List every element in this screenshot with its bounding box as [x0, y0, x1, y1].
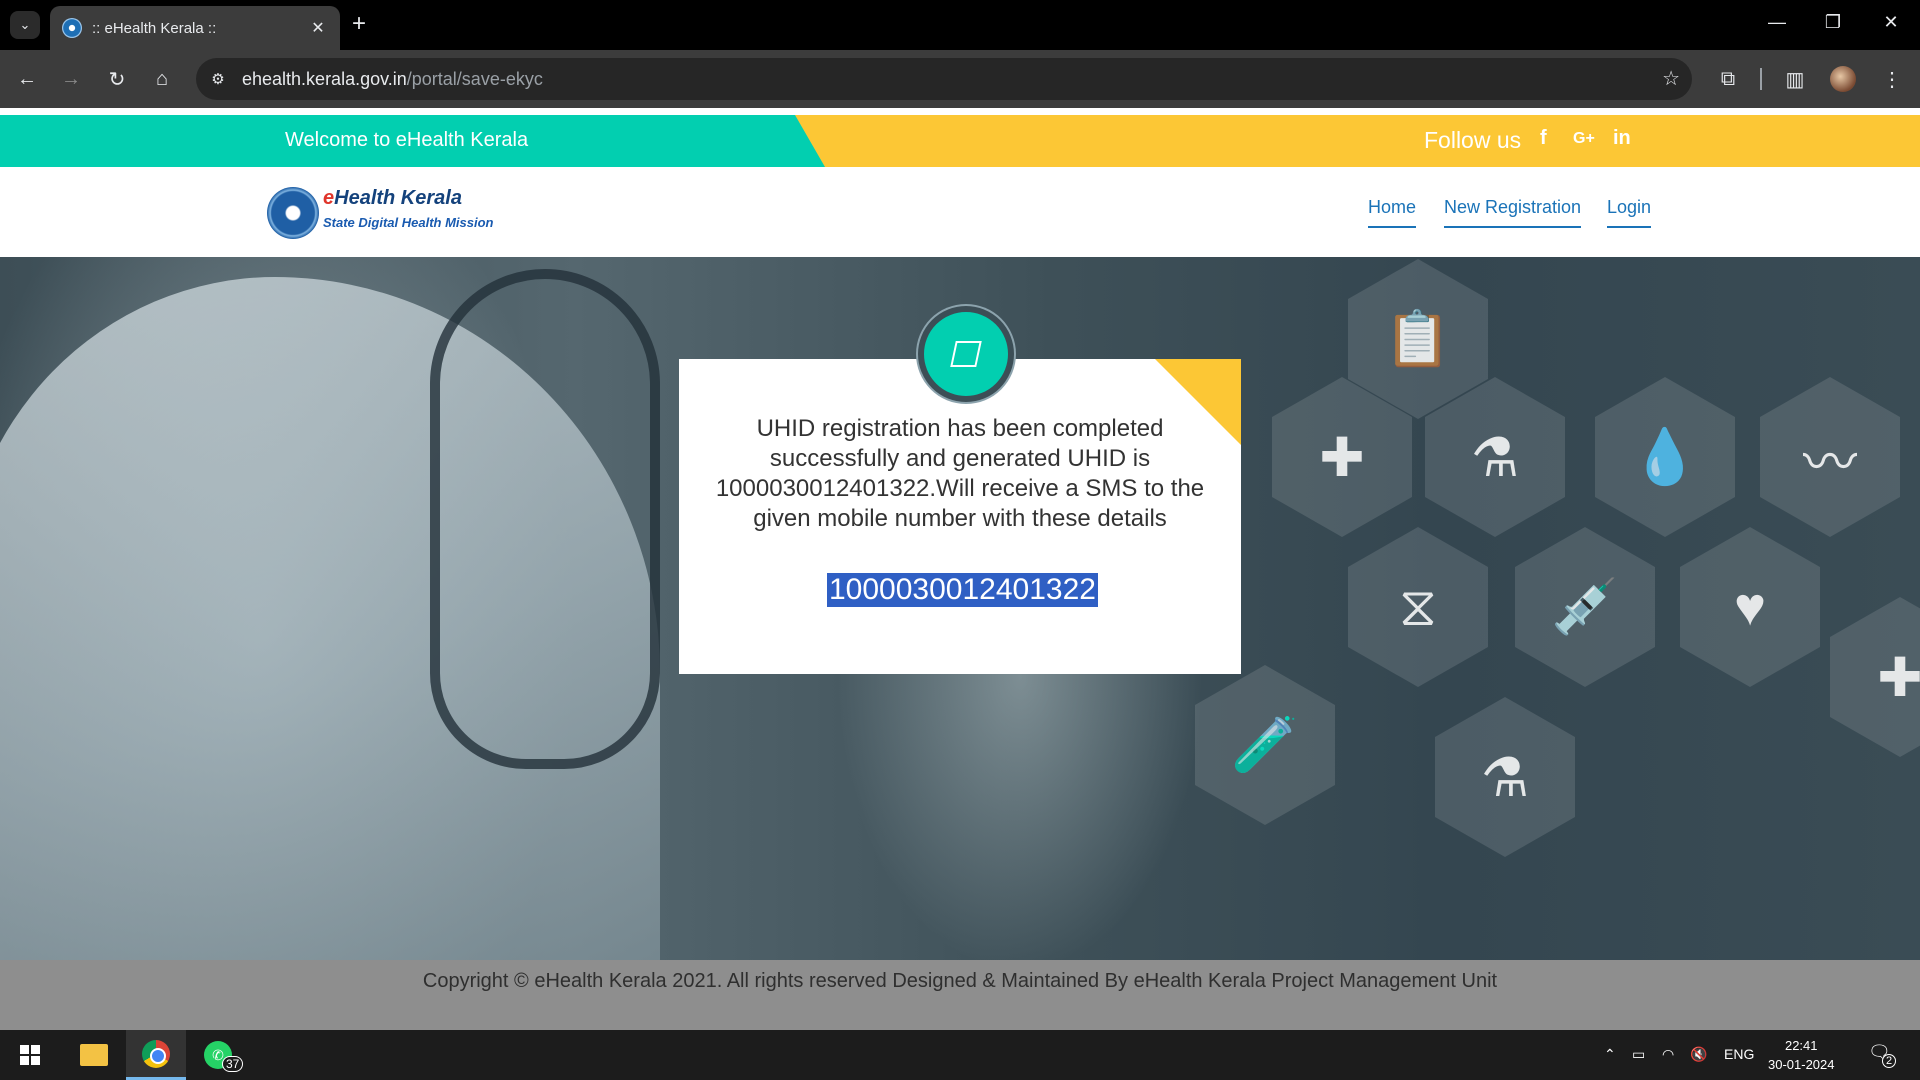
browser-tab-strip: ⌄ :: eHealth Kerala :: ✕ + — ❐ ✕	[0, 0, 1920, 50]
follow-us-label: Follow us	[1424, 127, 1522, 153]
windows-taskbar: ✆ 37 ⌃ ▭ ◠ 🔇 ENG 22:41 30-01-2024 🗨 2	[0, 1030, 1920, 1080]
windows-logo-icon	[20, 1045, 40, 1065]
monitor-icon: 〰	[1760, 377, 1900, 537]
chrome-icon	[142, 1039, 170, 1068]
whatsapp-taskbar-button[interactable]: ✆ 37	[188, 1030, 248, 1080]
toolbar-divider	[1760, 68, 1762, 90]
nav-home-link[interactable]: Home	[1368, 197, 1417, 228]
side-panel-icon[interactable]: ▥	[1780, 64, 1810, 94]
battery-icon[interactable]: ▭	[1632, 1046, 1645, 1063]
extensions-icon[interactable]: ⧉	[1713, 64, 1743, 94]
welcome-banner: Welcome to eHealth Kerala	[0, 115, 825, 167]
start-button[interactable]	[0, 1030, 60, 1080]
file-explorer-button[interactable]	[64, 1030, 124, 1080]
site-header: eHealth Kerala State Digital Health Miss…	[0, 167, 1920, 266]
new-tab-button[interactable]: +	[352, 12, 366, 36]
test-tubes-icon: 🧪	[1195, 665, 1335, 825]
site-favicon-icon	[62, 18, 82, 38]
url-text[interactable]: ehealth.kerala.gov.in/portal/save-ekyc	[242, 69, 543, 90]
logo-title: eHealth Kerala	[323, 187, 462, 209]
address-bar[interactable]: ⚙ ehealth.kerala.gov.in/portal/save-ekyc…	[196, 58, 1692, 100]
clock-date: 30-01-2024	[1768, 1057, 1835, 1072]
back-icon[interactable]: ←	[12, 64, 42, 94]
linkedin-icon[interactable]: in	[1613, 127, 1631, 150]
system-clock[interactable]: 22:41 30-01-2024	[1768, 1036, 1835, 1074]
profile-avatar[interactable]	[1830, 66, 1856, 92]
minimize-icon[interactable]: —	[1762, 12, 1792, 33]
speaker-muted-icon[interactable]: 🔇	[1690, 1046, 1707, 1063]
top-banner: Welcome to eHealth Kerala Follow us f G+…	[0, 115, 1920, 167]
folder-icon	[80, 1044, 108, 1066]
chrome-taskbar-button[interactable]	[126, 1030, 186, 1080]
dna-icon: ⧖	[1348, 527, 1488, 687]
browser-toolbar: ← → ↻ ⌂ ⚙ ehealth.kerala.gov.in/portal/s…	[0, 50, 1920, 108]
ambulance-icon: ✚	[1830, 597, 1920, 757]
forward-icon[interactable]: →	[56, 64, 86, 94]
web-page: Welcome to eHealth Kerala Follow us f G+…	[0, 108, 1920, 1030]
google-plus-icon[interactable]: G+	[1573, 130, 1595, 148]
kerala-emblem-logo[interactable]	[267, 187, 319, 239]
restore-icon[interactable]: ❐	[1818, 12, 1848, 33]
syringe-icon: 💉	[1515, 527, 1655, 687]
success-badge-icon	[918, 306, 1014, 402]
nav-new-registration-link[interactable]: New Registration	[1444, 197, 1582, 228]
site-info-icon[interactable]: ⚙	[204, 65, 232, 93]
tab-title: :: eHealth Kerala ::	[92, 19, 217, 37]
flask-icon: ⚗	[1435, 697, 1575, 857]
heart-icon: ♥	[1680, 527, 1820, 687]
menu-icon[interactable]: ⋮	[1877, 64, 1907, 94]
clock-time: 22:41	[1784, 1038, 1818, 1053]
tab-search-button[interactable]: ⌄	[10, 11, 40, 39]
home-icon[interactable]: ⌂	[147, 64, 177, 94]
facebook-icon[interactable]: f	[1540, 127, 1547, 150]
uhid-value[interactable]: 1000030012401322	[827, 573, 1098, 607]
site-footer: Copyright © eHealth Kerala 2021. All rig…	[0, 960, 1920, 1030]
success-message: UHID registration has been completed suc…	[715, 415, 1205, 532]
nav-login-link[interactable]: Login	[1607, 197, 1652, 228]
wifi-icon[interactable]: ◠	[1662, 1046, 1674, 1063]
bookmark-star-icon[interactable]: ☆	[1662, 66, 1680, 91]
welcome-text: Welcome to eHealth Kerala	[285, 129, 529, 151]
copyright-text: Copyright © eHealth Kerala 2021. All rig…	[422, 970, 1498, 992]
whatsapp-unread-badge: 37	[222, 1056, 244, 1072]
close-tab-icon[interactable]: ✕	[308, 18, 328, 38]
show-hidden-icons[interactable]: ⌃	[1604, 1046, 1616, 1063]
close-window-icon[interactable]: ✕	[1876, 12, 1906, 33]
reload-icon[interactable]: ↻	[102, 64, 132, 94]
stethoscope-image	[430, 269, 660, 769]
browser-tab[interactable]: :: eHealth Kerala :: ✕	[50, 6, 340, 50]
notification-count-badge: 2	[1882, 1054, 1897, 1068]
logo-subtitle: State Digital Health Mission	[323, 215, 494, 230]
blood-drop-icon: 💧	[1595, 377, 1735, 537]
language-indicator[interactable]: ENG	[1724, 1046, 1754, 1062]
